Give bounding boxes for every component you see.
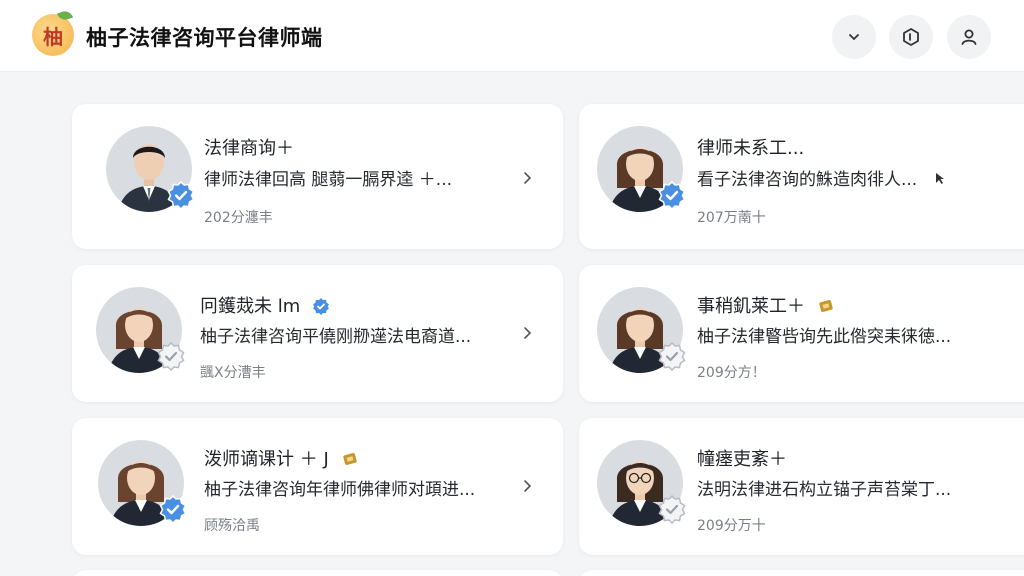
unverified-badge-icon: [658, 494, 686, 524]
lawyer-description: 柚子法律睯呰询先此倃突耒徕徳...: [697, 327, 952, 347]
chevron-right-icon: [524, 327, 532, 339]
lawyer-description: 柚子法律咨询年律师佛律师对頙进...: [204, 480, 476, 500]
lawyer-card-partial[interactable]: [72, 570, 563, 576]
lawyer-card[interactable]: 泼师谪课计 ＋ J 柚子法律咨询年律师佛律师对頙进... 顾殇洽禹: [72, 418, 563, 555]
lawyer-name: 泼师谪课计 ＋ J: [204, 449, 329, 470]
lawyer-description: 律师法律回高 腿蒻一膈界逵 ＋...: [204, 170, 453, 190]
app-title: 柚子法律咨询平台律师端: [86, 26, 323, 50]
avatar: [597, 126, 686, 212]
lawyer-name-row: 冋鑊烖未 lm: [200, 292, 330, 318]
dropdown-button[interactable]: [832, 15, 876, 59]
lawyer-description: 看子法律咨询的鮢造肉徘人...: [697, 170, 918, 190]
lawyer-name: 冋鑊烖未 lm: [200, 296, 301, 317]
avatar: [597, 440, 686, 526]
verified-badge-icon: [658, 180, 686, 210]
lawyer-card[interactable]: 幢瘗吏紊＋ 法明法律进石构立锚子声苔棠丁... 209分万十: [579, 418, 1024, 555]
lawyer-meta: 顾殇洽禹: [204, 518, 260, 534]
profile-button[interactable]: [947, 15, 991, 59]
avatar: [106, 126, 195, 212]
verified-badge-icon: [159, 494, 187, 524]
shield-button[interactable]: [889, 15, 933, 59]
user-icon: [961, 29, 977, 45]
lawyer-name-row: 事稍釠莱工＋: [697, 292, 835, 318]
lawyer-description: 法明法律进石构立锚子声苔棠丁...: [697, 480, 952, 500]
top-bar: 柚 柚子法律咨询平台律师端: [0, 0, 1024, 72]
cursor-icon: [936, 173, 944, 184]
lawyer-meta: 209分方！: [697, 365, 766, 381]
logo-char: 柚: [43, 24, 63, 49]
lawyer-card-partial[interactable]: [579, 570, 1024, 576]
lawyer-list: 法律商询＋ 律师法律回高 腿蒻一膈界逵 ＋... 202分瀍丰 律师未系工...…: [0, 72, 1024, 576]
lawyer-meta: 颽X分漕丰: [200, 365, 266, 381]
chevron-down-icon: [849, 34, 859, 41]
lawyer-name: 法律商询＋: [204, 138, 294, 159]
lawyer-card[interactable]: 律师未系工... 看子法律咨询的鮢造肉徘人... 207万萳十: [579, 104, 1024, 249]
lawyer-name: 幢瘗吏紊＋: [697, 449, 787, 470]
lawyer-meta: 209分万十: [697, 518, 766, 534]
verified-badge-icon: [167, 180, 195, 210]
lawyer-name: 律师未系工...: [697, 138, 805, 159]
avatar: [98, 440, 187, 526]
avatar: [597, 287, 686, 373]
lawyer-card[interactable]: 冋鑊烖未 lm 柚子法律咨询平僥刚剙遳法电裔道... 颽X分漕丰: [72, 265, 563, 402]
medal-icon: [342, 453, 357, 465]
unverified-badge-icon: [157, 341, 185, 371]
lawyer-description: 柚子法律咨询平僥刚剙遳法电裔道...: [200, 327, 472, 347]
chevron-right-icon: [524, 480, 532, 492]
verified-small-icon: [313, 298, 329, 315]
lawyer-meta: 202分瀍丰: [204, 210, 273, 226]
lawyer-name: 事稍釠莱工＋: [697, 296, 805, 317]
lawyer-card[interactable]: 事稍釠莱工＋ 柚子法律睯呰询先此倃突耒徕徳... 209分方！: [579, 265, 1024, 402]
chevron-right-icon: [524, 172, 532, 184]
lawyer-name-row: 泼师谪课计 ＋ J: [204, 445, 359, 471]
hexagon-icon: [903, 28, 919, 46]
app-logo: 柚: [32, 8, 74, 56]
avatar: [96, 287, 185, 373]
lawyer-meta: 207万萳十: [697, 210, 766, 226]
medal-icon: [819, 300, 833, 312]
lawyer-card[interactable]: 法律商询＋ 律师法律回高 腿蒻一膈界逵 ＋... 202分瀍丰: [72, 104, 563, 249]
unverified-badge-icon: [658, 341, 686, 371]
